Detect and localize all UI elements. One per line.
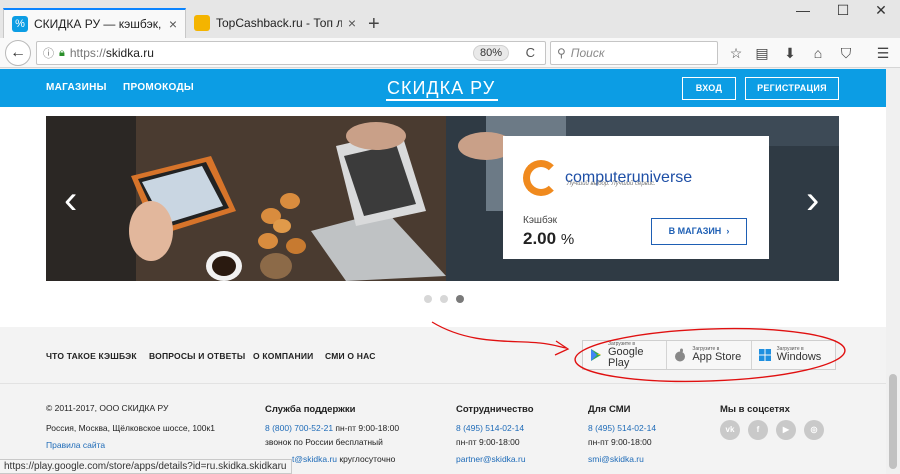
tab-bar: % СКИДКА РУ — кэшбэк, про × TopCashback.… [0,0,900,38]
reload-icon[interactable]: C [526,45,535,60]
site-logo[interactable]: СКИДКА РУ [387,78,495,99]
google-play-icon [591,349,601,361]
footer-divider [0,383,886,384]
computeruniverse-logo[interactable]: computeruniverse Лучший выбор. Лучший се… [523,160,692,196]
minimize-button[interactable]: — [788,2,818,18]
support-phone-link[interactable]: 8 (800) 700-52-21 [265,423,333,433]
tab-title: TopCashback.ru - Топ лучш [216,16,342,30]
search-icon: ⚲ [557,46,566,60]
tab-title: СКИДКА РУ — кэшбэк, про [34,17,163,31]
address-bar[interactable]: ⓘ 🔒︎ https://skidka.ru 80% C [36,41,546,65]
register-button[interactable]: РЕГИСТРАЦИЯ [745,77,839,100]
windows-icon [758,349,771,361]
partners-phone-link[interactable]: 8 (495) 514-02-14 [456,423,524,433]
partners-email-link[interactable]: partner@skidka.ru [456,454,526,464]
nav-stores-link[interactable]: МАГАЗИНЫ [46,82,107,93]
facebook-icon[interactable]: f [748,420,768,440]
tab-close-icon[interactable]: × [169,16,177,32]
zoom-indicator[interactable]: 80% [472,45,509,61]
back-button[interactable]: ← [5,40,31,66]
app-store-badge[interactable]: Загрузите в App Store [667,341,752,369]
instagram-icon[interactable]: ◎ [804,420,824,440]
pocket-icon[interactable]: ⛉ [835,43,857,63]
slider-next-button[interactable]: › [806,178,819,223]
media-email-link[interactable]: smi@skidka.ru [588,454,644,464]
slider-prev-button[interactable]: ‹ [64,178,77,223]
slider-dots [424,295,464,303]
bookmark-star-icon[interactable]: ☆ [725,43,747,63]
logo-underline [386,99,498,101]
slider-dot[interactable] [424,295,432,303]
site-header: МАГАЗИНЫ ПРОМОКОДЫ СКИДКА РУ ВХОД РЕГИСТ… [0,69,886,107]
footer-link-press[interactable]: СМИ О НАС [325,351,376,361]
app-store-badges: Загрузите в Google Play Загрузите в App St… [582,340,836,370]
to-store-button[interactable]: В МАГАЗИН › [651,218,747,245]
downloads-icon[interactable]: ⬇ [779,43,801,63]
promo-card: computeruniverse Лучший выбор. Лучший се… [503,136,769,259]
support-title: Служба поддержки [265,404,356,415]
tab-skidka[interactable]: % СКИДКА РУ — кэшбэк, про × [3,8,186,38]
windows-store-badge[interactable]: Загрузите в Windows [752,341,835,369]
footer-link-faq[interactable]: ВОПРОСЫ И ОТВЕТЫ [149,351,245,361]
site-footer: ЧТО ТАКОЕ КЭШБЭК ВОПРОСЫ И ОТВЕТЫ О КОМП… [0,327,886,474]
cashback-value: 2.00 % [523,229,575,248]
support-note: звонок по России бесплатный [265,437,383,447]
maximize-button[interactable]: ☐ [828,2,858,19]
home-icon[interactable]: ⌂ [807,43,829,63]
media-hours: пн-пт 9:00-18:00 [588,437,652,447]
youtube-icon[interactable]: ▶ [776,420,796,440]
info-icon[interactable]: ⓘ [43,45,54,61]
search-placeholder: Поиск [570,46,605,60]
partners-title: Сотрудничество [456,404,534,415]
support-email-link[interactable]: t@skidka.ru [292,454,337,464]
tab-close-icon[interactable]: × [348,15,356,31]
footer-link-about[interactable]: О КОМПАНИИ [253,351,313,361]
page-viewport: МАГАЗИНЫ ПРОМОКОДЫ СКИДКА РУ ВХОД РЕГИСТ… [0,69,886,474]
cashback-label: Кэшбэк [523,215,558,226]
search-input[interactable]: ⚲ Поиск [550,41,718,65]
status-bar-url: https://play.google.com/store/apps/detai… [0,459,292,474]
site-rules-link[interactable]: Правила сайта [46,440,105,450]
lock-icon: 🔒︎ [59,46,65,59]
media-title: Для СМИ [588,404,631,415]
url-text: https://skidka.ru [69,46,154,60]
menu-icon[interactable]: ☰ [872,43,894,63]
slider-dot[interactable] [440,295,448,303]
scrollbar-thumb[interactable] [889,374,897,469]
support-phone-line: 8 (800) 700-52-21 пн-пт 9:00-18:00 [265,423,400,433]
login-button[interactable]: ВХОД [682,77,736,100]
computeruniverse-mark-icon [523,160,559,196]
partners-hours: пн-пт 9:00-18:00 [456,437,520,447]
nav-promocodes-link[interactable]: ПРОМОКОДЫ [123,82,194,93]
skidka-favicon-icon: % [12,16,28,32]
google-play-badge[interactable]: Загрузите в Google Play [583,341,668,369]
support-email-line: t@skidka.ru круглосуточно [292,454,396,464]
hero-slider: ‹ › computeruniverse Лучший выбор. Лучши… [46,116,839,281]
close-window-button[interactable]: ✕ [866,2,896,19]
social-title: Мы в соцсетях [720,404,790,415]
vk-icon[interactable]: vk [720,420,740,440]
copyright-text: © 2011-2017, ООО СКИДКА РУ [46,403,169,413]
media-phone-link[interactable]: 8 (495) 514-02-14 [588,423,656,433]
new-tab-button[interactable]: + [368,13,380,36]
brand-tagline: Лучший выбор. Лучший сервис. [567,181,656,187]
tab-topcashback[interactable]: TopCashback.ru - Топ лучш × [186,8,364,38]
social-icons: vk f ▶ ◎ [720,420,824,440]
nav-toolbar: ← ⓘ 🔒︎ https://skidka.ru 80% C ⚲ Поиск ☆… [0,38,900,68]
company-address: Россия, Москва, Щёлковское шоссе, 100к1 [46,423,215,433]
reading-list-icon[interactable]: ▤ [751,43,773,63]
footer-link-what-is-cashback[interactable]: ЧТО ТАКОЕ КЭШБЭК [46,351,137,361]
slider-dot-active[interactable] [456,295,464,303]
apple-icon [675,348,686,362]
topcashback-favicon-icon [194,15,210,31]
page-scrollbar[interactable] [886,69,900,474]
